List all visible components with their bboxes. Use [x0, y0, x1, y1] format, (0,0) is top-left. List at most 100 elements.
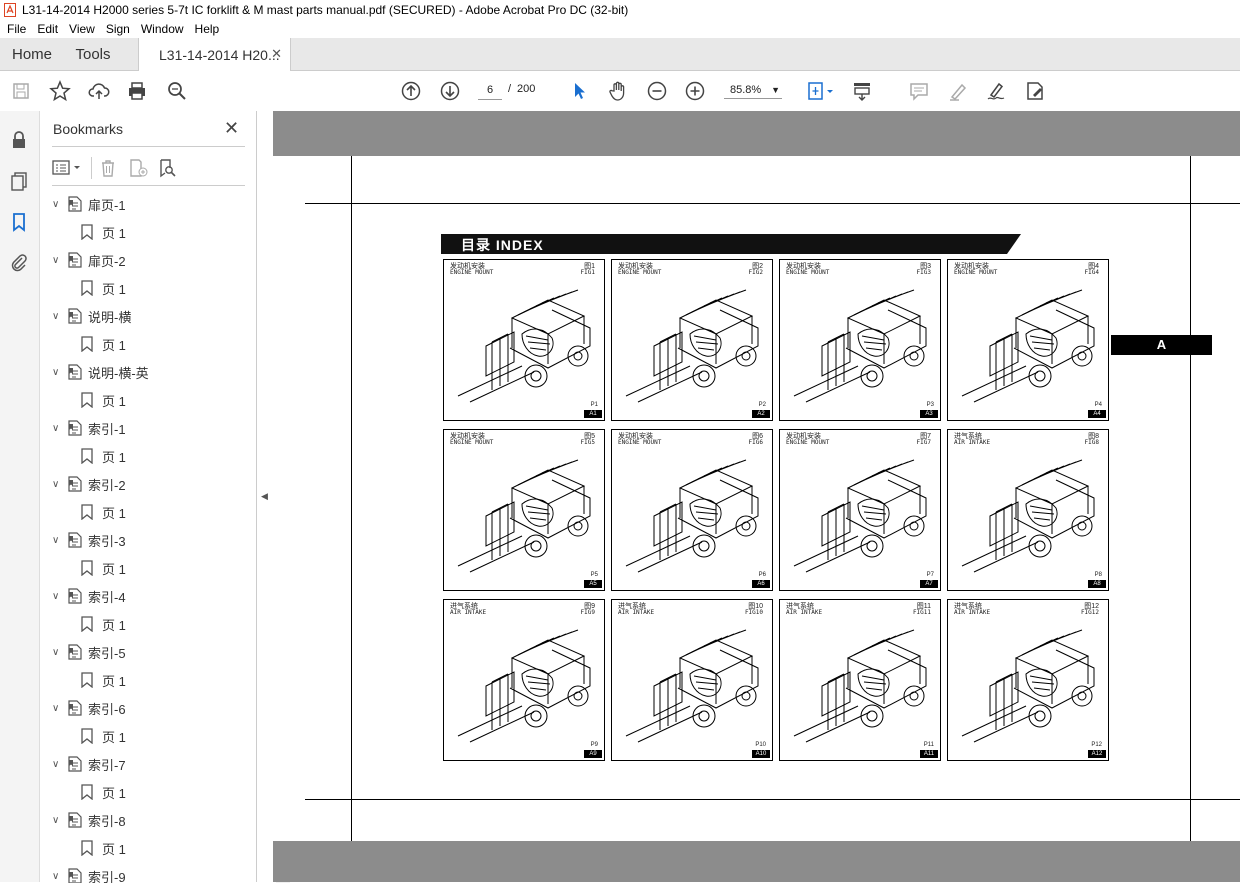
chevron-down-icon[interactable]: ∨ — [52, 759, 59, 770]
figure-tag: A10 — [752, 750, 770, 758]
bookmark-item[interactable]: ∨索引-9 — [40, 865, 236, 883]
save-icon[interactable] — [10, 80, 32, 102]
next-page-icon[interactable] — [439, 80, 461, 102]
select-cursor-icon[interactable] — [569, 80, 591, 102]
bookmark-item[interactable]: ∨说明-横-英 — [40, 361, 236, 383]
print-icon[interactable] — [126, 80, 148, 102]
new-bookmark-icon[interactable] — [128, 158, 150, 178]
bookmark-item[interactable]: ∨索引-4 — [40, 585, 236, 607]
figure-page: P3 — [927, 402, 934, 408]
tab-document[interactable]: L31-14-2014 H20... ✕ — [138, 38, 291, 71]
options-menu-icon[interactable] — [52, 159, 86, 177]
chevron-down-icon[interactable]: ∨ — [52, 311, 59, 322]
bookmark-item[interactable]: ∨说明-横 — [40, 305, 236, 327]
figure-tag: A5 — [584, 580, 602, 588]
close-panel-icon[interactable]: ✕ — [224, 118, 239, 139]
panel-collapse-handle[interactable]: ◀ — [257, 111, 273, 882]
bookmark-item[interactable]: ∨扉页-1 — [40, 193, 236, 215]
bookmark-child-item[interactable]: 页 1 — [40, 389, 236, 411]
delete-icon[interactable] — [98, 158, 118, 178]
figure-thumbnail: 发动机安装ENGINE MOUNT图5FIG5P5A5 — [443, 429, 605, 591]
bookmark-child-item[interactable]: 页 1 — [40, 725, 236, 747]
chevron-down-icon[interactable]: ∨ — [52, 535, 59, 546]
chevron-down-icon[interactable]: ∨ — [52, 479, 59, 490]
find-bookmark-icon[interactable] — [158, 158, 178, 178]
chevron-down-icon[interactable]: ∨ — [52, 647, 59, 658]
tab-tools[interactable]: Tools — [64, 38, 122, 70]
menu-file[interactable]: File — [7, 22, 26, 36]
bookmark-child-item[interactable]: 页 1 — [40, 613, 236, 635]
chevron-down-icon[interactable]: ∨ — [52, 591, 59, 602]
bookmark-item[interactable]: ∨索引-1 — [40, 417, 236, 439]
figure-thumbnail: 进气系统AIR INTAKE图12FIG12P12A12 — [947, 599, 1109, 761]
bookmark-child-item[interactable]: 页 1 — [40, 669, 236, 691]
bookmark-label: 索引-6 — [88, 699, 126, 718]
chevron-down-icon[interactable]: ∨ — [52, 367, 59, 378]
menu-window[interactable]: Window — [141, 22, 184, 36]
bookmark-item[interactable]: ∨索引-7 — [40, 753, 236, 775]
bookmarks-title: Bookmarks — [53, 121, 123, 137]
bookmark-item[interactable]: ∨扉页-2 — [40, 249, 236, 271]
figure-name-en: ENGINE MOUNT — [786, 270, 829, 276]
lock-icon[interactable] — [8, 129, 30, 151]
bookmark-item[interactable]: ∨索引-5 — [40, 641, 236, 663]
page-number-input[interactable]: 6 — [478, 81, 502, 100]
cloud-upload-icon[interactable] — [88, 80, 110, 102]
zoom-in-icon[interactable] — [684, 80, 706, 102]
sign-pen-icon[interactable] — [985, 80, 1007, 102]
chevron-down-icon[interactable]: ∨ — [52, 871, 59, 882]
close-tab-icon[interactable]: ✕ — [271, 46, 282, 62]
comment-icon[interactable] — [908, 80, 930, 102]
bookmark-child-item[interactable]: 页 1 — [40, 333, 236, 355]
bookmark-item[interactable]: ∨ 索引-6 — [40, 697, 236, 719]
bookmark-item[interactable]: ∨索引-2 — [40, 473, 236, 495]
figure-name-en: AIR INTAKE — [786, 610, 822, 616]
figure-tag: A6 — [752, 580, 770, 588]
menu-bar: File Edit View Sign Window Help — [0, 20, 1240, 38]
bookmark-label: 页 1 — [102, 839, 126, 858]
zoom-out-icon[interactable] — [646, 80, 668, 102]
bookmark-page-icon — [68, 756, 82, 772]
bookmark-item[interactable]: ∨索引-8 — [40, 809, 236, 831]
bookmark-child-item[interactable]: 页 1 — [40, 557, 236, 579]
bookmark-child-item[interactable]: 页 1 — [40, 277, 236, 299]
bookmark-page-icon — [68, 812, 82, 828]
bookmark-child-item[interactable]: 页 1 — [40, 445, 236, 467]
bookmark-child-item[interactable]: 页 1 — [40, 501, 236, 523]
bookmark-child-item[interactable]: 页 1 — [40, 837, 236, 859]
figure-name-en: ENGINE MOUNT — [450, 270, 493, 276]
edit-document-icon[interactable] — [1024, 80, 1046, 102]
menu-help[interactable]: Help — [195, 22, 220, 36]
tab-home[interactable]: Home — [0, 38, 64, 70]
chevron-down-icon[interactable]: ∨ — [52, 815, 59, 826]
forklift-illustration — [452, 448, 598, 578]
forklift-illustration — [956, 618, 1102, 748]
bookmark-page-icon — [68, 420, 82, 436]
scrolling-mode-icon[interactable] — [851, 80, 873, 102]
search-icon[interactable] — [166, 80, 188, 102]
zoom-level-select[interactable]: 85.8% ▼ — [724, 81, 782, 99]
menu-view[interactable]: View — [69, 22, 95, 36]
highlight-pen-icon[interactable] — [947, 80, 969, 102]
bookmark-item[interactable]: ∨索引-3 — [40, 529, 236, 551]
document-view[interactable]: 目录 INDEX 发动机安装ENGINE MOUNT图1FIG1P1A1发动机安… — [273, 111, 1240, 882]
figure-thumbnail: 发动机安装ENGINE MOUNT图1FIG1P1A1 — [443, 259, 605, 421]
chevron-down-icon[interactable]: ∨ — [52, 255, 59, 266]
fit-page-icon[interactable] — [806, 80, 836, 102]
frame-line — [1190, 156, 1191, 841]
figure-number-en: FIG7 — [917, 440, 931, 446]
hand-tool-icon[interactable] — [607, 80, 629, 102]
menu-sign[interactable]: Sign — [106, 22, 130, 36]
chevron-down-icon[interactable]: ∨ — [52, 423, 59, 434]
star-icon[interactable] — [49, 80, 71, 102]
chevron-down-icon[interactable]: ∨ — [52, 703, 59, 714]
bookmark-child-item[interactable]: 页 1 — [40, 221, 236, 243]
menu-edit[interactable]: Edit — [37, 22, 58, 36]
chevron-down-icon[interactable]: ∨ — [52, 199, 59, 210]
paperclip-icon[interactable] — [8, 252, 30, 274]
page-thumbnails-icon[interactable] — [8, 170, 30, 192]
bookmark-child-item[interactable]: 页 1 — [40, 781, 236, 803]
bookmark-icon[interactable] — [8, 211, 30, 233]
previous-page-icon[interactable] — [400, 80, 422, 102]
figure-number-en: FIG11 — [913, 610, 931, 616]
